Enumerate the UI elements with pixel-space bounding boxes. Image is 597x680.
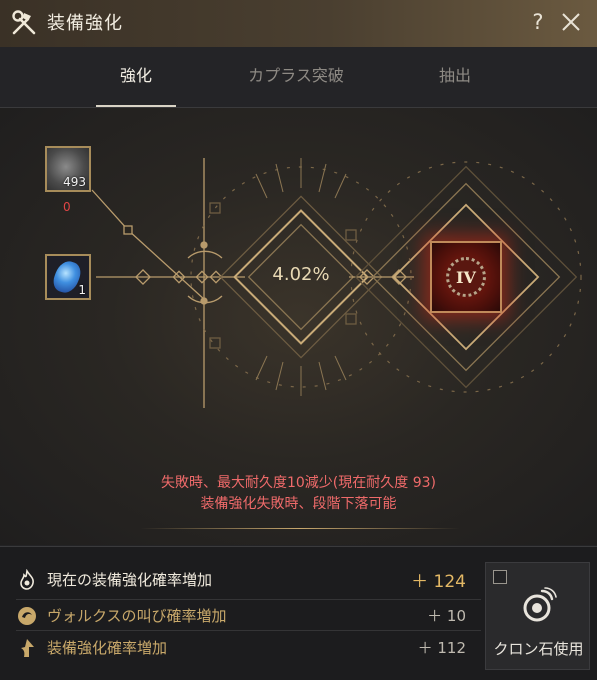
hammer-wrench-icon	[12, 10, 36, 35]
divider	[140, 528, 460, 529]
tab-bar: 強化 カプラス突破 抽出	[0, 47, 597, 108]
tab-enhance[interactable]: 強化	[96, 47, 176, 107]
enhancement-window: 装備強化 ? 強化 カプラス突破 抽出 493 0 1 4.02% IV 失敗時…	[0, 0, 597, 680]
kron-stone-icon	[523, 587, 557, 622]
kron-stone-button[interactable]: クロン石使用	[485, 562, 590, 670]
stat-label-current: 現在の装備強化確率増加	[47, 571, 213, 589]
help-button[interactable]: ?	[526, 8, 550, 36]
warning-downgrade: 装備強化失敗時、段階下落可能	[200, 496, 397, 512]
result-item-slot[interactable]: IV	[430, 241, 502, 313]
title-bar: 装備強化 ?	[0, 0, 597, 48]
tab-extract[interactable]: 抽出	[425, 47, 485, 107]
stat-value-enhance: ＋ 112	[417, 639, 466, 657]
enhancement-panel: 493 0 1 4.02% IV 失敗時、最大耐久度10減少(現在耐久度 93)…	[0, 108, 597, 545]
warning-durability: 失敗時、最大耐久度10減少(現在耐久度 93)	[160, 475, 436, 491]
success-rate: 4.02%	[272, 264, 330, 285]
volks-cry-icon	[18, 607, 36, 625]
crystal-slot[interactable]: 1	[45, 254, 91, 300]
stats-panel: 現在の装備強化確率増加 ＋ 124 ヴォルクスの叫び確率増加 ＋ 10 装備強化…	[0, 546, 597, 680]
enhance-grade-badge: IV	[446, 257, 486, 297]
up-arrow-icon	[21, 639, 34, 657]
window-title: 装備強化	[47, 13, 123, 34]
stat-row-current: 現在の装備強化確率増加 ＋ 124	[0, 565, 480, 595]
tab-caphras[interactable]: カプラス突破	[236, 47, 356, 107]
crystal-count: 1	[78, 283, 86, 297]
stat-label-enhance: 装備強化確率増加	[47, 639, 168, 657]
kron-stone-label: クロン石使用	[493, 640, 584, 658]
stone-required: 0	[63, 200, 71, 214]
black-stone-slot[interactable]: 493	[45, 146, 91, 192]
close-icon[interactable]	[557, 8, 585, 36]
stat-label-volks: ヴォルクスの叫び確率増加	[47, 607, 227, 625]
stat-value-current: ＋ 124	[411, 572, 466, 592]
stat-value-volks: ＋ 10	[427, 607, 466, 625]
flame-icon	[20, 569, 34, 590]
stat-row-volks: ヴォルクスの叫び確率増加 ＋ 10	[0, 599, 480, 629]
enhance-grade-text: IV	[456, 268, 476, 287]
stat-row-enhance: 装備強化確率増加 ＋ 112	[0, 630, 480, 660]
stone-count: 493	[63, 175, 86, 189]
kron-checkbox[interactable]	[493, 570, 507, 584]
